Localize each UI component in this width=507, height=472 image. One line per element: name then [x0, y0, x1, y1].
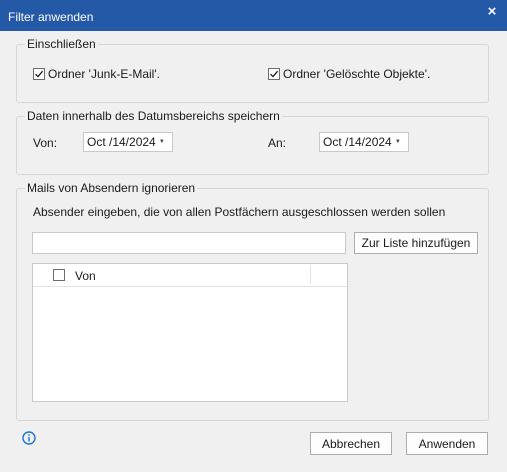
- junk-checkbox-label: Ordner 'Junk-E-Mail'.: [48, 67, 160, 81]
- to-date-value: Oct /14/2024: [323, 135, 392, 149]
- date-range-group: Daten innerhalb des Datumsbereichs speic…: [16, 109, 489, 175]
- from-label: Von:: [33, 136, 58, 150]
- sender-input[interactable]: [32, 232, 346, 254]
- from-date-value: Oct /14/2024: [87, 135, 156, 149]
- column-header-von[interactable]: Von: [75, 269, 96, 283]
- date-range-legend: Daten innerhalb des Datumsbereichs speic…: [25, 109, 282, 123]
- apply-button[interactable]: Anwenden: [406, 432, 488, 455]
- dropdown-arrow-icon[interactable]: ▼: [392, 139, 408, 145]
- include-group: Einschließen Ordner 'Junk-E-Mail'. Ordne…: [16, 37, 489, 103]
- junk-checkbox[interactable]: Ordner 'Junk-E-Mail'.: [33, 67, 160, 81]
- check-icon: [270, 70, 279, 78]
- instruction-text: Absender eingeben, die von allen Postfäc…: [33, 205, 446, 219]
- deleted-checkbox-label: Ordner 'Gelöschte Objekte'.: [283, 67, 431, 81]
- add-to-list-button[interactable]: Zur Liste hinzufügen: [354, 232, 478, 254]
- select-all-checkbox[interactable]: [53, 269, 65, 281]
- info-icon[interactable]: [22, 431, 36, 445]
- title-bar: Filter anwenden ×: [0, 0, 507, 31]
- junk-checkbox-box[interactable]: [33, 68, 45, 80]
- window-title: Filter anwenden: [8, 10, 94, 24]
- list-header: Von: [33, 264, 347, 287]
- deleted-checkbox-box[interactable]: [268, 68, 280, 80]
- cancel-button[interactable]: Abbrechen: [310, 432, 392, 455]
- ignore-senders-legend: Mails von Absendern ignorieren: [25, 181, 198, 195]
- include-legend: Einschließen: [25, 37, 98, 51]
- column-separator[interactable]: [310, 266, 311, 284]
- deleted-checkbox[interactable]: Ordner 'Gelöschte Objekte'.: [268, 67, 430, 81]
- check-icon: [35, 70, 44, 78]
- ignore-senders-group: Mails von Absendern ignorieren Absender …: [16, 181, 489, 421]
- dropdown-arrow-icon[interactable]: ▼: [156, 139, 172, 145]
- to-label: An:: [268, 136, 287, 150]
- from-date-picker[interactable]: Oct /14/2024 ▼: [83, 132, 173, 152]
- close-icon[interactable]: ×: [484, 3, 500, 21]
- sender-list[interactable]: Von: [32, 263, 348, 402]
- to-date-picker[interactable]: Oct /14/2024 ▼: [319, 132, 409, 152]
